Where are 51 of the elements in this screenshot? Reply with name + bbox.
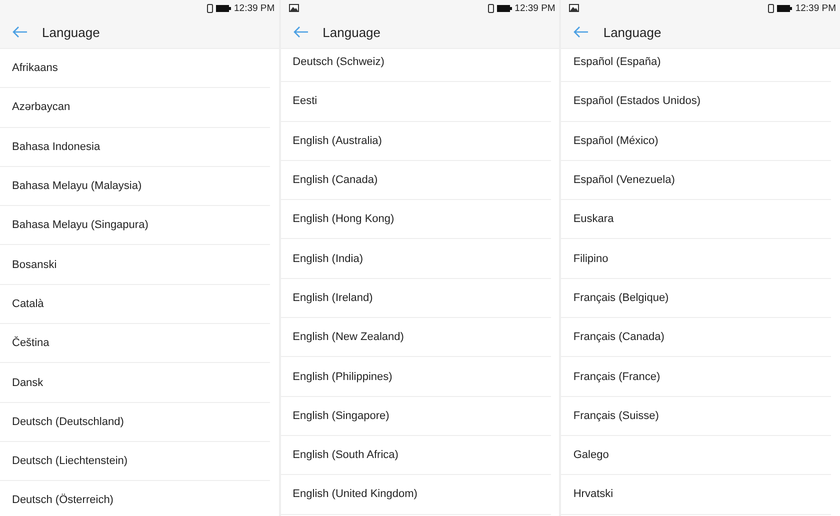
language-item[interactable]: English (Ireland) (280, 278, 551, 318)
language-item[interactable]: Deutsch (Deutschland) (0, 402, 270, 442)
language-item[interactable]: Español (Venezuela) (561, 160, 832, 200)
phone-icon (768, 4, 774, 12)
language-item[interactable]: English (South Africa) (280, 436, 551, 476)
battery-icon (496, 4, 512, 12)
language-item[interactable]: English (Hong Kong) (280, 200, 551, 240)
language-item[interactable]: English (India) (280, 239, 551, 279)
language-item[interactable]: Dansk (0, 363, 270, 403)
language-item[interactable]: Català (0, 284, 270, 324)
status-time: 12:39 PM (514, 2, 556, 14)
status-time: 12:39 PM (795, 2, 836, 14)
language-item[interactable]: Galego (561, 436, 832, 476)
screen-title: Language (603, 24, 662, 40)
language-item[interactable]: Français (France) (561, 357, 832, 397)
back-arrow-icon[interactable] (292, 26, 309, 38)
language-item[interactable]: English (United Kingdom) (280, 475, 551, 515)
language-item[interactable]: English (Philippines) (280, 357, 551, 397)
language-item[interactable]: English (Australia) (280, 122, 551, 161)
language-item[interactable]: Eesti (280, 82, 551, 122)
language-item[interactable]: Deutsch (Liechtenstein) (0, 442, 270, 482)
language-item[interactable]: Azərbaycan (0, 88, 270, 128)
language-item[interactable]: Español (México) (561, 122, 832, 161)
language-item[interactable]: Bahasa Melayu (Malaysia) (0, 166, 270, 206)
battery-icon (777, 4, 792, 12)
language-item[interactable]: Deutsch (Schweiz) (280, 49, 551, 82)
battery-icon (216, 4, 231, 12)
language-item[interactable]: Euskara (561, 200, 832, 240)
language-item[interactable]: Filipino (561, 239, 832, 279)
language-item[interactable]: Español (España) (561, 49, 832, 82)
language-item[interactable]: Bahasa Melayu (Singapura) (0, 206, 270, 246)
language-item[interactable]: Español (Estados Unidos) (561, 82, 832, 122)
language-item[interactable]: Hrvatski (561, 475, 832, 515)
language-item[interactable]: English (Singapore) (280, 396, 551, 436)
back-arrow-icon[interactable] (12, 26, 28, 38)
status-time: 12:39 PM (234, 2, 275, 14)
screen-title: Language (322, 24, 381, 40)
back-arrow-icon[interactable] (573, 26, 590, 38)
language-item[interactable]: Bahasa Indonesia (0, 128, 270, 167)
language-item[interactable]: Français (Belgique) (561, 278, 832, 318)
language-item[interactable]: Deutsch (Österreich) (0, 481, 270, 516)
screen-title: Language (42, 24, 100, 40)
language-item[interactable]: Français (Canada) (561, 318, 832, 358)
language-item[interactable]: Afrikaans (0, 49, 270, 88)
language-item[interactable]: English (New Zealand) (280, 318, 551, 358)
phone-icon (207, 4, 213, 12)
language-item[interactable]: Čeština (0, 324, 270, 364)
language-item[interactable]: English (Canada) (280, 160, 551, 200)
language-item[interactable]: Bosanski (0, 245, 270, 285)
phone-icon (488, 4, 494, 12)
language-item[interactable]: Français (Suisse) (561, 396, 832, 436)
